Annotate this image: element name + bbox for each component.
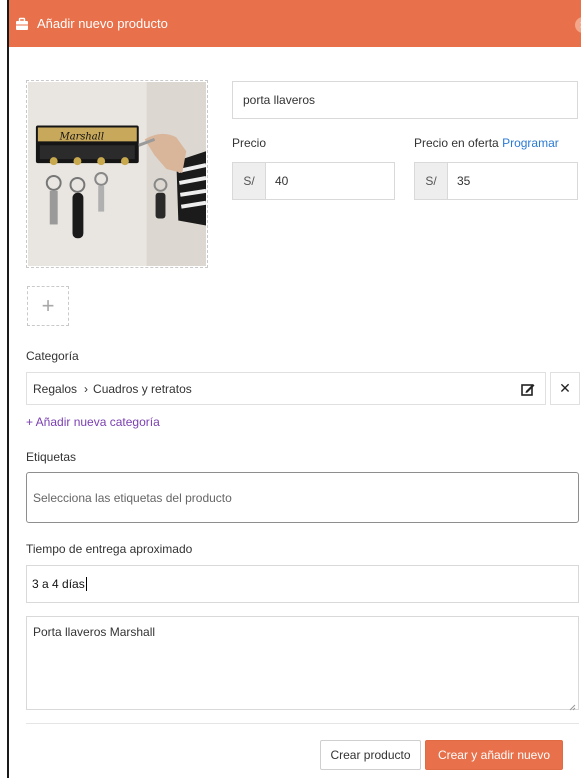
add-category-link[interactable]: + Añadir nueva categoría — [26, 415, 160, 429]
offer-price-input[interactable]: 35 — [448, 163, 577, 199]
description-textarea[interactable]: Porta llaveros Marshall — [26, 616, 579, 711]
delivery-label: Tiempo de entrega aproximado — [26, 542, 193, 556]
offer-price-input-group[interactable]: S/ 35 — [414, 162, 578, 200]
delivery-time-value: 3 a 4 días — [32, 577, 85, 591]
product-name-input[interactable]: porta llaveros — [232, 81, 578, 119]
price-label: Precio — [232, 136, 267, 150]
product-photo: Marshall — [28, 82, 206, 266]
chevron-right-icon: › — [84, 381, 89, 396]
dialog-title: Añadir nuevo producto — [37, 16, 168, 31]
tags-input[interactable]: Selecciona las etiquetas del producto — [26, 472, 579, 523]
category-selection: Regalos › Cuadros y retratos — [26, 372, 546, 405]
category-child: Cuadros y retratos — [93, 381, 192, 396]
delivery-time-input[interactable]: 3 a 4 días — [26, 565, 579, 603]
edit-icon[interactable] — [521, 382, 535, 396]
offer-currency-addon: S/ — [415, 163, 448, 199]
create-and-add-new-button[interactable]: Crear y añadir nuevo — [425, 740, 563, 770]
price-input-group[interactable]: S/ 40 — [232, 162, 395, 200]
footer-divider — [26, 723, 579, 724]
remove-category-button[interactable]: ✕ — [550, 372, 580, 405]
offer-price-label: Precio en oferta — [414, 136, 499, 150]
schedule-link[interactable]: Programar — [502, 136, 559, 150]
close-icon[interactable]: × — [575, 17, 581, 33]
svg-text:Marshall: Marshall — [59, 131, 104, 142]
category-parent: Regalos — [33, 381, 78, 396]
add-image-button[interactable]: + — [27, 286, 69, 326]
currency-addon: S/ — [233, 163, 266, 199]
offer-price-label-group: Precio en oferta Programar — [414, 136, 559, 150]
resize-grip-icon[interactable] — [569, 700, 576, 711]
briefcase-icon — [15, 17, 29, 31]
create-product-button[interactable]: Crear producto — [320, 740, 421, 770]
product-dialog: Añadir nuevo producto × Marshall — [7, 0, 581, 778]
dialog-header: Añadir nuevo producto × — [9, 0, 581, 47]
description-value: Porta llaveros Marshall — [33, 625, 156, 639]
price-input[interactable]: 40 — [266, 163, 394, 199]
tags-label: Etiquetas — [26, 450, 77, 464]
product-image[interactable]: Marshall — [26, 80, 208, 268]
text-caret — [85, 577, 87, 591]
category-label: Categoría — [26, 349, 79, 363]
